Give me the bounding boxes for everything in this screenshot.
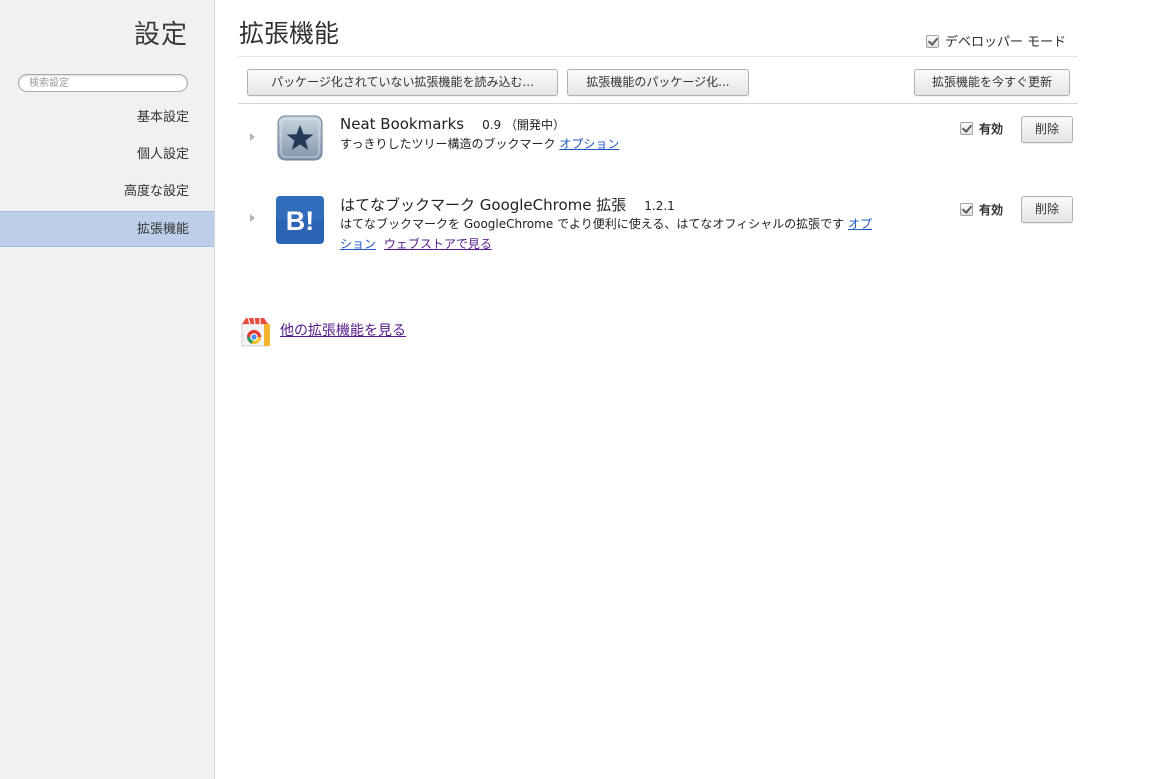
- options-link[interactable]: オプション: [559, 137, 619, 151]
- enabled-toggle[interactable]: 有効: [960, 201, 1003, 218]
- extension-title: Neat Bookmarks: [340, 115, 465, 133]
- sidebar-item-extensions[interactable]: 拡張機能: [0, 211, 214, 247]
- developer-mode-toggle[interactable]: デベロッパー モード: [926, 31, 1066, 50]
- webstore-link[interactable]: ウェブストアで見る: [384, 237, 492, 251]
- extension-name: Neat Bookmarks 0.9 （開発中）: [340, 115, 565, 133]
- page-title: 拡張機能: [239, 19, 340, 48]
- load-unpacked-button[interactable]: パッケージ化されていない拡張機能を読み込む...: [247, 69, 558, 96]
- more-extensions-link[interactable]: 他の拡張機能を見る: [280, 320, 406, 340]
- extension-description: はてなブックマークを GoogleChrome でより便利に使える、はてなオフィ…: [340, 217, 845, 231]
- sidebar: 設定 検索設定 基本設定 個人設定 高度な設定 拡張機能: [0, 0, 215, 779]
- search-input[interactable]: 検索設定: [18, 74, 188, 92]
- enabled-label: 有効: [979, 203, 1004, 217]
- header-divider: [238, 56, 1078, 57]
- developer-mode-label: デベロッパー モード: [945, 35, 1067, 50]
- remove-button[interactable]: 削除: [1021, 116, 1073, 143]
- extension-title: はてなブックマーク GoogleChrome 拡張: [340, 196, 627, 214]
- extension-description-row: はてなブックマークを GoogleChrome でより便利に使える、はてなオフィ…: [340, 214, 875, 254]
- extension-item-hatena-bookmark: B! はてなブックマーク GoogleChrome 拡張 1.2.1 はてなブック…: [238, 193, 1078, 263]
- web-store-icon: [240, 316, 272, 348]
- enabled-checkbox[interactable]: [960, 122, 973, 135]
- hatena-b-label: B!: [286, 206, 315, 236]
- update-now-button[interactable]: 拡張機能を今すぐ更新: [914, 69, 1070, 96]
- sidebar-title: 設定: [133, 20, 188, 50]
- extension-name: はてなブックマーク GoogleChrome 拡張 1.2.1: [340, 194, 675, 215]
- sidebar-item-basic[interactable]: 基本設定: [0, 100, 214, 136]
- toolbar-divider: [238, 103, 1078, 104]
- extension-version: 0.9 （開発中）: [482, 118, 566, 132]
- expand-arrow-icon[interactable]: [250, 214, 255, 222]
- pack-extension-button[interactable]: 拡張機能のパッケージ化...: [567, 69, 749, 96]
- sidebar-item-advanced[interactable]: 高度な設定: [0, 174, 214, 210]
- extension-item-neat-bookmarks: Neat Bookmarks 0.9 （開発中） すっきりしたツリー構造のブックマ…: [238, 112, 1078, 172]
- star-icon: [276, 114, 324, 162]
- extension-description: すっきりしたツリー構造のブックマーク: [340, 137, 556, 151]
- developer-mode-checkbox[interactable]: [926, 35, 939, 48]
- expand-arrow-icon[interactable]: [250, 133, 255, 141]
- extension-version: 1.2.1: [644, 199, 675, 213]
- enabled-toggle[interactable]: 有効: [960, 120, 1003, 137]
- enabled-label: 有効: [979, 122, 1004, 136]
- sidebar-item-personal[interactable]: 個人設定: [0, 137, 214, 173]
- hatena-b-icon: B!: [276, 196, 324, 244]
- enabled-checkbox[interactable]: [960, 203, 973, 216]
- extension-description-row: すっきりしたツリー構造のブックマーク オプション: [340, 134, 870, 154]
- remove-button[interactable]: 削除: [1021, 196, 1073, 223]
